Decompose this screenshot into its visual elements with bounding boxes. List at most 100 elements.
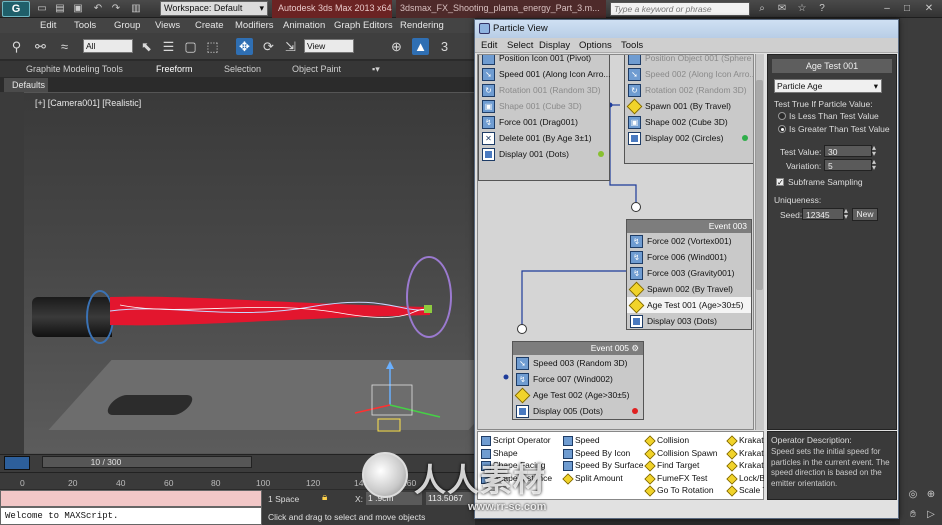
display-color-swatch[interactable] bbox=[632, 408, 638, 414]
depot-item[interactable]: Collision Spawn bbox=[644, 447, 724, 460]
tab-graphite-modeling-tools[interactable]: Graphite Modeling Tools bbox=[26, 63, 123, 76]
operator-row[interactable]: ↯ Force 002 (Vortex001) bbox=[627, 233, 751, 249]
pv-menu-display[interactable]: Display bbox=[539, 38, 570, 53]
workspace-dropdown[interactable]: Workspace: Default bbox=[160, 1, 268, 16]
app-logo-icon[interactable]: G bbox=[2, 1, 30, 17]
operator-row[interactable]: ✕ Delete 001 (By Age 3±1) bbox=[479, 130, 609, 146]
tab-object-paint[interactable]: Object Paint bbox=[292, 63, 341, 76]
defaults-tab[interactable]: Defaults bbox=[4, 78, 48, 92]
pv-menu-edit[interactable]: Edit bbox=[481, 38, 497, 53]
menu-animation[interactable]: Animation bbox=[283, 18, 325, 33]
minimize-icon[interactable]: – bbox=[880, 2, 894, 16]
select-by-name-icon[interactable]: ☰ bbox=[160, 38, 177, 55]
tab-freeform[interactable]: Freeform bbox=[156, 63, 193, 76]
spinner-arrows-icon[interactable]: ▴ ▾ bbox=[872, 144, 876, 158]
rollout-header[interactable]: Age Test 001 bbox=[772, 59, 892, 73]
help-icon[interactable]: ? bbox=[815, 2, 829, 16]
operator-row[interactable]: Display 003 (Dots) bbox=[627, 313, 751, 329]
depot-item[interactable]: Find Target bbox=[644, 459, 724, 472]
menu-rendering[interactable]: Rendering bbox=[400, 18, 444, 33]
menu-modifiers[interactable]: Modifiers bbox=[235, 18, 274, 33]
operator-row[interactable]: ▣ Shape 002 (Cube 3D) bbox=[625, 114, 753, 130]
depot-item[interactable]: Scale Test bbox=[726, 484, 764, 497]
orbit-icon[interactable]: ◎ bbox=[906, 488, 920, 502]
maximize-icon[interactable]: □ bbox=[900, 2, 914, 16]
depot-item[interactable]: Split Amount bbox=[562, 472, 642, 485]
pv-menu-tools[interactable]: Tools bbox=[621, 38, 643, 53]
open-file-icon[interactable]: ▤ bbox=[54, 3, 66, 15]
select-manipulate-icon[interactable]: ▲ bbox=[412, 38, 429, 55]
project-folder-icon[interactable]: ▥ bbox=[130, 3, 142, 15]
event-header[interactable]: Event 003 bbox=[627, 220, 751, 233]
particle-flow-canvas[interactable]: Position Icon 001 (Pivot) ➘ Speed 001 (Al… bbox=[477, 54, 754, 430]
spinner-arrows-icon[interactable]: ▴ ▾ bbox=[872, 158, 876, 172]
operator-row[interactable]: ↻ Rotation 002 (Random 3D) bbox=[625, 82, 753, 98]
display-color-swatch[interactable] bbox=[598, 151, 604, 157]
operator-row[interactable]: Age Test 002 (Age>30±5) bbox=[513, 387, 643, 404]
menu-edit[interactable]: Edit bbox=[40, 18, 56, 33]
rectangle-selection-icon[interactable]: ▢ bbox=[182, 38, 199, 55]
operator-row[interactable]: ↻ Rotation 001 (Random 3D) bbox=[479, 82, 609, 98]
depot-item[interactable]: Collision bbox=[644, 434, 724, 447]
reference-coordinate-dropdown[interactable]: View bbox=[304, 39, 354, 53]
operator-row[interactable]: Display 002 (Circles) bbox=[625, 130, 753, 146]
variation-spinner[interactable]: 5 bbox=[824, 159, 872, 171]
operator-row-selected[interactable]: Age Test 001 (Age>30±5) bbox=[627, 297, 751, 314]
unlink-icon[interactable]: ⚯ bbox=[32, 38, 49, 55]
operator-row[interactable]: ↯ Force 001 (Drag001) bbox=[479, 114, 609, 130]
display-color-swatch[interactable] bbox=[742, 135, 748, 141]
particle-view-title-bar[interactable]: Particle View bbox=[475, 20, 898, 38]
operator-row[interactable]: Display 005 (Dots) bbox=[513, 403, 643, 419]
operator-row[interactable]: ↯ Force 006 (Wind001) bbox=[627, 249, 751, 265]
depot-item[interactable]: Krakatoa bbox=[726, 459, 764, 472]
new-file-icon[interactable]: ▭ bbox=[36, 3, 48, 15]
operator-row[interactable]: ↯ Force 003 (Gravity001) bbox=[627, 265, 751, 281]
maxscript-listener-input[interactable] bbox=[0, 490, 262, 507]
keyboard-shortcut-icon[interactable]: 3 bbox=[436, 38, 453, 55]
menu-graph-editors[interactable]: Graph Editors bbox=[334, 18, 393, 33]
pv-menu-select[interactable]: Select bbox=[507, 38, 533, 53]
event-box[interactable]: Position Object 001 (Sphere ➘ Speed 002 (… bbox=[624, 55, 753, 164]
undo-icon[interactable]: ↶ bbox=[92, 3, 104, 15]
depot-item[interactable]: Speed By Icon bbox=[562, 447, 642, 460]
depot-item[interactable]: FumeFX Test bbox=[644, 472, 724, 485]
depot-item[interactable]: Speed bbox=[562, 434, 642, 447]
select-object-icon[interactable]: ⬉ bbox=[138, 38, 155, 55]
subscription-icon[interactable]: ✉ bbox=[775, 2, 789, 16]
operator-row[interactable]: Spawn 001 (By Travel) bbox=[625, 98, 753, 115]
new-seed-button[interactable]: New bbox=[852, 208, 878, 221]
select-and-scale-icon[interactable]: ⇲ bbox=[282, 38, 299, 55]
depot-item[interactable]: Speed By Surface bbox=[562, 459, 644, 472]
operator-row[interactable]: ➘ Speed 003 (Random 3D) bbox=[513, 355, 643, 371]
search-icon[interactable]: ⌕ bbox=[755, 2, 769, 16]
depot-item[interactable]: Krakatoa bbox=[726, 447, 764, 460]
operator-row[interactable]: ▣ Shape 001 (Cube 3D) bbox=[479, 98, 609, 114]
event-box[interactable]: Event 005 ⚙ ➘ Speed 003 (Random 3D) ↯ Forc… bbox=[512, 341, 644, 420]
spinner-arrows-icon[interactable]: ▴ ▾ bbox=[844, 207, 848, 221]
operator-row[interactable]: Position Icon 001 (Pivot) bbox=[479, 55, 609, 66]
depot-item[interactable]: Go To Rotation bbox=[644, 484, 724, 497]
pivot-center-icon[interactable]: ⊕ bbox=[388, 38, 405, 55]
radio-less-than[interactable] bbox=[778, 112, 786, 120]
seed-spinner[interactable]: 12345 bbox=[802, 208, 844, 220]
operator-row[interactable]: Display 001 (Dots) bbox=[479, 146, 609, 162]
bind-space-warp-icon[interactable]: ≈ bbox=[56, 38, 73, 55]
tab-selection[interactable]: Selection bbox=[224, 63, 261, 76]
menu-create[interactable]: Create bbox=[195, 18, 224, 33]
lock-selection-icon[interactable]: 🔒︎ bbox=[322, 492, 327, 503]
time-slider[interactable] bbox=[42, 456, 252, 468]
event-box[interactable]: Event 003 ↯ Force 002 (Vortex001) ↯ Force … bbox=[626, 219, 752, 330]
field-of-view-icon[interactable]: ▷ bbox=[924, 508, 938, 522]
test-type-dropdown[interactable]: Particle Age bbox=[774, 79, 882, 93]
operator-row[interactable]: Spawn 002 (By Travel) bbox=[627, 281, 751, 298]
zoom-icon[interactable]: ⊕ bbox=[924, 488, 938, 502]
maxscript-listener-output[interactable]: Welcome to MAXScript. bbox=[0, 507, 262, 525]
event-gear-icon[interactable]: ⚙ bbox=[631, 343, 639, 353]
select-and-move-icon[interactable]: ✥ bbox=[236, 38, 253, 55]
menu-group[interactable]: Group bbox=[114, 18, 140, 33]
event-box[interactable]: Position Icon 001 (Pivot) ➘ Speed 001 (Al… bbox=[478, 55, 611, 181]
search-input[interactable]: Type a keyword or phrase bbox=[610, 2, 750, 16]
menu-views[interactable]: Views bbox=[155, 18, 180, 33]
operator-row[interactable]: ➘ Speed 001 (Along Icon Arro... bbox=[479, 66, 611, 82]
pv-menu-options[interactable]: Options bbox=[579, 38, 612, 53]
